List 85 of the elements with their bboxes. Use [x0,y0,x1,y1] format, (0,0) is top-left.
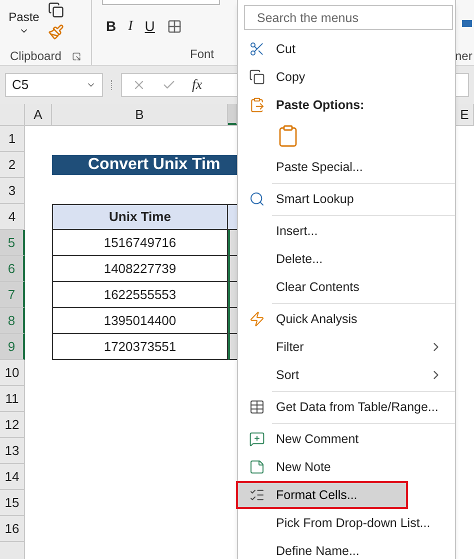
paste-button[interactable]: Paste [4,0,44,47]
menu-label: Copy [276,68,306,86]
row-header[interactable]: 1 [0,126,25,152]
row-header[interactable]: 10 [0,360,25,386]
menu-label: Sort [276,366,299,384]
menu-item[interactable]: Pick From Drop-down List... [238,509,455,537]
menu-label: Pick From Drop-down List... [276,514,430,532]
row-header[interactable]: 16 [0,516,25,542]
borders-icon[interactable] [166,18,182,34]
row-header[interactable]: 14 [0,464,25,490]
table-cell [228,282,237,308]
column-header[interactable]: A [25,104,52,125]
menu-item[interactable]: Cut [238,35,455,63]
menu-label: Smart Lookup [276,190,354,208]
group-label: Clipboard [10,48,62,65]
menu-label: Get Data from Table/Range... [276,398,438,416]
list-icon [249,487,265,503]
menu-item[interactable]: New Note [238,453,455,481]
row-header[interactable]: 13 [0,438,25,464]
row-header[interactable]: 9 [0,334,25,360]
note-icon [249,459,265,475]
menu-item[interactable]: Quick Analysis [238,305,455,333]
menu-item[interactable]: Get Data from Table/Range... [238,393,455,421]
menu-item[interactable]: New Comment [238,425,455,453]
table-cell [228,204,237,230]
comment-icon [249,431,265,447]
table-cell [228,230,237,256]
menu-item[interactable]: Filter [238,333,455,361]
row-header[interactable]: 6 [0,256,25,282]
row-header[interactable]: 7 [0,282,25,308]
row-header[interactable]: 4 [0,204,25,230]
menu-label: Filter [276,338,304,356]
menu-item[interactable]: Format Cells... [236,481,408,509]
copy-icon[interactable] [48,2,64,18]
table-cell: 1720373551 [52,334,228,360]
group-label: Font [190,46,216,63]
group-label: ner [455,48,472,65]
menu-item[interactable]: Define Name... [238,537,455,559]
menu-label: New Note [276,458,331,476]
menu-label: New Comment [276,430,359,448]
menu-item[interactable]: Delete... [238,245,455,273]
table-cell [228,308,237,334]
menu-label: Quick Analysis [276,310,358,328]
row-header[interactable]: 5 [0,230,25,256]
format-painter-icon[interactable] [48,24,64,40]
row-header[interactable]: 15 [0,490,25,516]
search-icon [249,191,265,207]
name-box[interactable]: C5 [5,73,103,97]
row-header[interactable]: 8 [0,308,25,334]
menu-item[interactable]: Sort [238,361,455,389]
table-icon [249,399,265,415]
menu-label: Paste Special... [276,158,363,176]
row-header[interactable]: 3 [0,178,25,204]
menu-label: Define Name... [276,542,360,559]
menu-label: Insert... [276,222,318,240]
cancel-icon[interactable] [132,78,146,92]
menu-item[interactable]: Paste Options: [238,91,455,119]
function-button[interactable]: fx [192,74,202,96]
scissors-icon [249,41,265,57]
title-banner: Convert Unix Tim [52,155,237,175]
menu-item[interactable]: Clear Contents [238,273,455,301]
menu-item[interactable]: Smart Lookup [238,185,455,213]
menu-item[interactable]: Paste Special... [238,153,455,181]
table-cell [228,256,237,282]
menu-label: Delete... [276,250,323,268]
clipboard-icon [249,97,265,113]
row-header[interactable]: 11 [0,386,25,412]
font-style-button[interactable]: B [106,16,116,36]
menu-label: Cut [276,40,296,58]
search-field[interactable]: Search the menus [244,5,453,30]
menu-label: Paste Options: [276,96,364,114]
lightning-icon [249,311,265,327]
font-style-button[interactable]: U [144,16,155,36]
menu-label: Clear Contents [276,278,360,296]
launcher-icon[interactable] [72,52,81,60]
font-style-button[interactable]: I [128,16,133,36]
table-cell: Unix Time [52,204,228,230]
row-header[interactable]: 2 [0,152,25,178]
menu-item[interactable]: Insert... [238,217,455,245]
row-header[interactable]: 12 [0,412,25,438]
menu-item[interactable]: Copy [238,63,455,91]
column-header[interactable] [228,104,237,125]
font-field[interactable] [102,0,220,5]
copy-icon [249,69,265,85]
table-cell [228,334,237,360]
